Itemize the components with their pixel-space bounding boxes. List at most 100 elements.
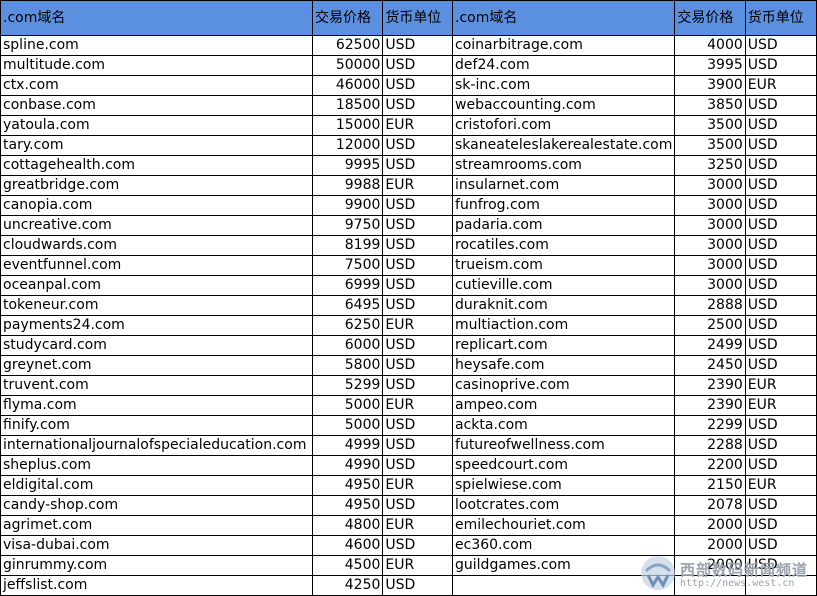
left-domain-cell: agrimet.com [0, 515, 314, 536]
left-price-cell: 6000 [312, 335, 384, 356]
left-price-cell: 4999 [312, 435, 384, 456]
right-price-cell: 2078 [674, 495, 746, 516]
table-row: oceanpal.com 6999 USD cutieville.com 3000 USD [0, 275, 817, 296]
right-price-cell: 2150 [674, 475, 746, 496]
left-price-cell: 4250 [312, 575, 384, 596]
table-row: finify.com 5000 USD ackta.com 2299 USD [0, 415, 817, 436]
west-logo-icon [641, 556, 675, 590]
right-price-cell: 3995 [674, 55, 746, 76]
table-row: sheplus.com 4990 USD speedcourt.com 2200 USD [0, 455, 817, 476]
left-domain-cell: truvent.com [0, 375, 314, 396]
left-price-cell: 4950 [312, 475, 384, 496]
right-domain-cell: webaccounting.com [452, 95, 676, 116]
left-domain-cell: internationaljournalofspecialeducation.c… [0, 435, 314, 456]
right-currency-cell: EUR [744, 375, 817, 396]
left-domain-cell: finify.com [0, 415, 314, 436]
right-currency-cell: USD [744, 455, 817, 476]
left-currency-cell: USD [382, 575, 454, 596]
left-domain-cell: sheplus.com [0, 455, 314, 476]
left-domain-cell: ginrummy.com [0, 555, 314, 576]
right-price-cell: 2450 [674, 355, 746, 376]
header-row: .com域名 交易价格 货币单位 .com域名 交易价格 货币单位 [0, 0, 817, 36]
right-currency-cell: USD [744, 295, 817, 316]
left-currency-cell: EUR [382, 475, 454, 496]
table-row: internationaljournalofspecialeducation.c… [0, 435, 817, 456]
left-price-cell: 18500 [312, 95, 384, 116]
right-domain-cell: insularnet.com [452, 175, 676, 196]
left-price-cell: 5000 [312, 415, 384, 436]
table-row: eldigital.com 4950 EUR spielwiese.com 2150 EU… [0, 475, 817, 496]
left-domain-cell: ctx.com [0, 75, 314, 96]
right-domain-cell: duraknit.com [452, 295, 676, 316]
right-domain-cell: padaria.com [452, 215, 676, 236]
left-currency-cell: USD [382, 495, 454, 516]
table-row: cloudwards.com 8199 USD rocatiles.com 3000 US… [0, 235, 817, 256]
right-currency-cell: EUR [744, 475, 817, 496]
right-currency-cell: USD [744, 495, 817, 516]
right-price-cell: 2390 [674, 375, 746, 396]
table-row: multitude.com 50000 USD def24.com 3995 USD [0, 55, 817, 76]
right-price-cell: 3000 [674, 175, 746, 196]
right-currency-cell: USD [744, 55, 817, 76]
table-row: tokeneur.com 6495 USD duraknit.com 2888 USD [0, 295, 817, 316]
left-domain-cell: visa-dubai.com [0, 535, 314, 556]
left-currency-cell: USD [382, 295, 454, 316]
left-currency-cell: EUR [382, 515, 454, 536]
left-price-cell: 50000 [312, 55, 384, 76]
left-currency-cell: USD [382, 155, 454, 176]
table-row: candy-shop.com 4950 USD lootcrates.com 2078 U… [0, 495, 817, 516]
right-currency-cell: USD [744, 195, 817, 216]
left-currency-cell: EUR [382, 555, 454, 576]
left-domain-cell: studycard.com [0, 335, 314, 356]
right-price-cell: 3250 [674, 155, 746, 176]
right-domain-cell: streamrooms.com [452, 155, 676, 176]
right-price-cell: 3500 [674, 115, 746, 136]
header-currency-left: 货币单位 [382, 0, 454, 36]
right-currency-cell: USD [744, 155, 817, 176]
right-price-cell: 2000 [674, 515, 746, 536]
table-row: cottagehealth.com 9995 USD streamrooms.com 3… [0, 155, 817, 176]
left-price-cell: 6999 [312, 275, 384, 296]
left-price-cell: 6250 [312, 315, 384, 336]
left-currency-cell: USD [382, 95, 454, 116]
table-row: ctx.com 46000 USD sk-inc.com 3900 EUR [0, 75, 817, 96]
left-domain-cell: payments24.com [0, 315, 314, 336]
header-currency-right: 货币单位 [744, 0, 817, 36]
right-price-cell: 2499 [674, 335, 746, 356]
table-row: payments24.com 6250 EUR multiaction.com 2500… [0, 315, 817, 336]
left-currency-cell: USD [382, 375, 454, 396]
left-currency-cell: USD [382, 235, 454, 256]
left-domain-cell: greynet.com [0, 355, 314, 376]
table-row: uncreative.com 9750 USD padaria.com 3000 USD [0, 215, 817, 236]
left-price-cell: 5800 [312, 355, 384, 376]
right-domain-cell: casinoprive.com [452, 375, 676, 396]
right-domain-cell: emilechouriet.com [452, 515, 676, 536]
right-price-cell: 3000 [674, 195, 746, 216]
left-currency-cell: EUR [382, 175, 454, 196]
left-price-cell: 5299 [312, 375, 384, 396]
right-price-cell: 2888 [674, 295, 746, 316]
left-price-cell: 46000 [312, 75, 384, 96]
right-price-cell: 3000 [674, 215, 746, 236]
left-currency-cell: USD [382, 435, 454, 456]
left-price-cell: 4600 [312, 535, 384, 556]
right-domain-cell: replicart.com [452, 335, 676, 356]
right-currency-cell: USD [744, 235, 817, 256]
left-domain-cell: tokeneur.com [0, 295, 314, 316]
left-currency-cell: USD [382, 75, 454, 96]
right-domain-cell: def24.com [452, 55, 676, 76]
right-price-cell: 3000 [674, 235, 746, 256]
right-price-cell: 2390 [674, 395, 746, 416]
right-domain-cell: multiaction.com [452, 315, 676, 336]
left-price-cell: 9995 [312, 155, 384, 176]
right-domain-cell: sk-inc.com [452, 75, 676, 96]
right-currency-cell: USD [744, 135, 817, 156]
header-price-left: 交易价格 [312, 0, 384, 36]
table-row: spline.com 62500 USD coinarbitrage.com 4000 U… [0, 35, 817, 56]
left-domain-cell: yatoula.com [0, 115, 314, 136]
left-price-cell: 62500 [312, 35, 384, 56]
left-price-cell: 12000 [312, 135, 384, 156]
watermark: 西部数码新闻频道 http://news.west.cn [640, 553, 817, 594]
left-currency-cell: USD [382, 195, 454, 216]
right-domain-cell: spielwiese.com [452, 475, 676, 496]
